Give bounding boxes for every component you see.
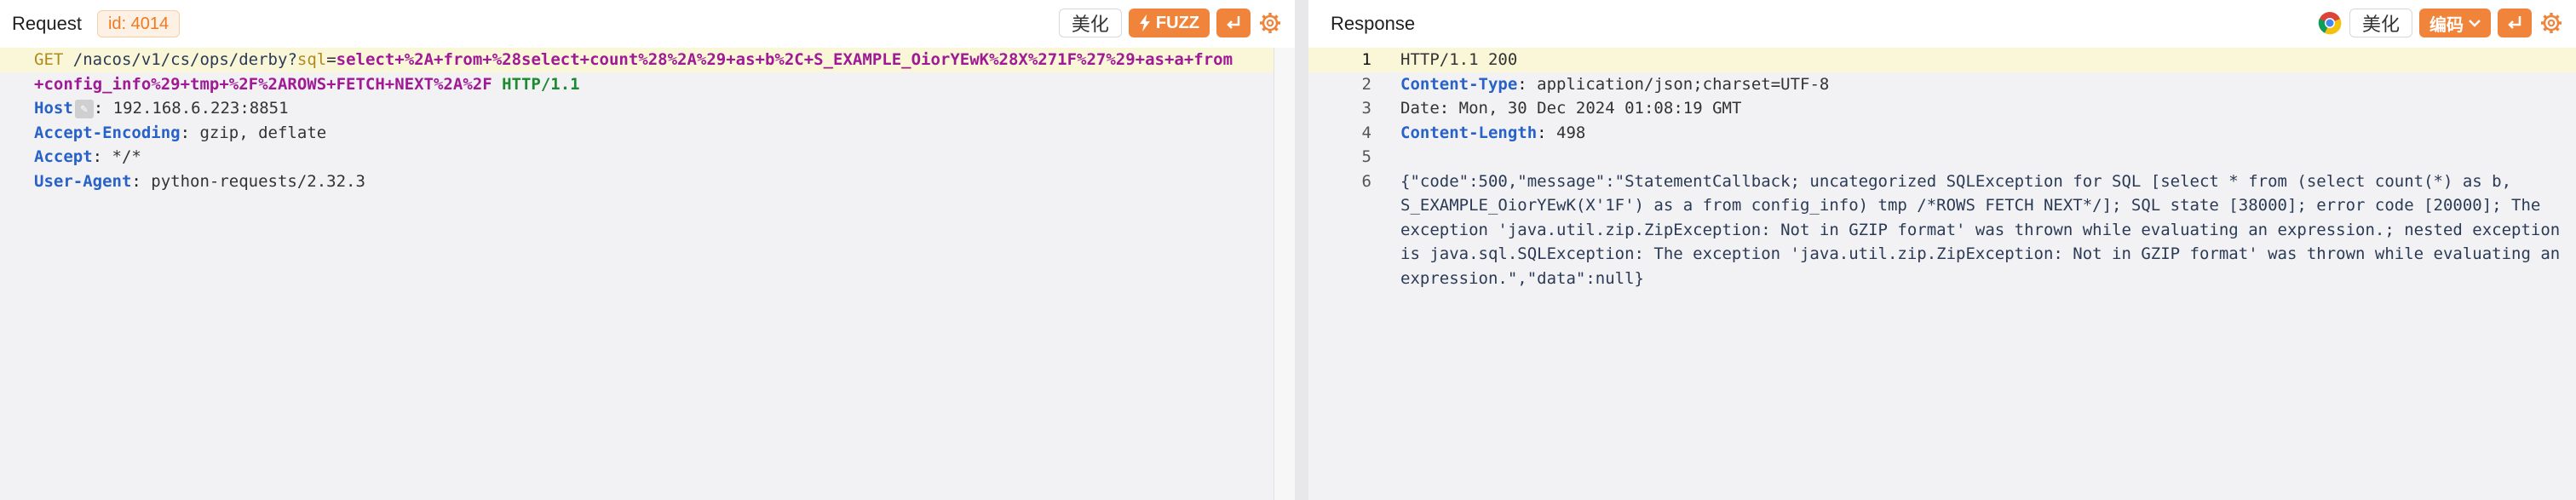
header-value: python-requests/2.32.3 [151, 171, 365, 191]
header-line: User-Agent: python-requests/2.32.3 [34, 171, 365, 191]
header-name: User-Agent [34, 171, 132, 191]
response-header: Response 美化 编码 [1308, 0, 2576, 48]
response-editor[interactable]: 1 2 3 4 5 6 HTTP/1.1 200 Content-Type: ap… [1308, 48, 2576, 500]
host-edit-icon[interactable]: ✎ [74, 99, 94, 118]
header-name: Date [1400, 99, 1440, 118]
fuzz-button[interactable]: FUZZ [1128, 9, 1210, 37]
request-editor[interactable]: GET /nacos/v1/cs/ops/derby?sql=select+%2… [0, 48, 1274, 500]
line-number: 5 [1361, 147, 1371, 166]
request-title: Request [12, 13, 82, 34]
response-settings-button[interactable] [2539, 10, 2564, 36]
encoding-label: 编码 [2429, 15, 2464, 35]
header-line: Date: Mon, 30 Dec 2024 01:08:19 GMT [1400, 99, 1742, 118]
request-id-badge: id: 4014 [96, 10, 181, 37]
header-name: Host [34, 99, 73, 118]
request-method: GET [34, 50, 64, 69]
header-line: Accept-Encoding: gzip, deflate [34, 123, 327, 142]
line-number-gutter: 1 2 3 4 5 6 [1308, 48, 1380, 193]
header-line: Accept: */* [34, 147, 141, 166]
header-name: Accept [34, 147, 93, 166]
open-in-browser-button[interactable] [2317, 10, 2343, 36]
header-value: 498 [1556, 123, 1586, 142]
pane-splitter[interactable] [1295, 0, 1308, 500]
chevron-down-icon [2469, 20, 2481, 27]
line-number: 1 [1361, 50, 1371, 69]
line-number: 3 [1361, 99, 1371, 118]
line-number: 4 [1361, 123, 1371, 142]
request-protocol: HTTP/1.1 [502, 74, 580, 94]
wrap-toggle-button[interactable] [1216, 9, 1251, 37]
request-path: /nacos/v1/cs/ops/derby? [72, 50, 297, 69]
header-line: Content-Type: application/json;charset=U… [1400, 74, 1830, 94]
gear-icon [2541, 13, 2562, 33]
response-toolbar: 美化 编码 [2317, 9, 2564, 37]
request-settings-button[interactable] [1257, 10, 1283, 36]
header-value: */* [112, 147, 141, 166]
line-number: 2 [1361, 74, 1371, 94]
header-value: application/json;charset=UTF-8 [1537, 74, 1830, 94]
response-body: {"code":500,"message":"StatementCallback… [1400, 171, 2570, 288]
request-header: Request id: 4014 美化 FUZZ [0, 0, 1295, 48]
header-name: Content-Length [1400, 123, 1538, 142]
response-raw-text[interactable]: HTTP/1.1 200 Content-Type: application/js… [1400, 48, 2567, 290]
header-name: Accept-Encoding [34, 123, 181, 142]
request-toolbar: 美化 FUZZ [1058, 9, 1283, 37]
request-pane: Request id: 4014 美化 FUZZ GET /nacos/v1/c… [0, 0, 1295, 500]
request-scrollbar[interactable] [1274, 48, 1295, 500]
response-beautify-button[interactable]: 美化 [2349, 9, 2412, 37]
header-value: 192.168.6.223:8851 [112, 99, 289, 118]
gear-icon [1260, 13, 1280, 33]
header-line: Host ✎: 192.168.6.223:8851 [34, 99, 289, 118]
header-value: gzip, deflate [199, 123, 327, 142]
request-beautify-button[interactable]: 美化 [1058, 9, 1122, 37]
header-line: Content-Length: 498 [1400, 123, 1586, 142]
response-wrap-toggle-button[interactable] [2498, 9, 2532, 37]
line-number: 6 [1361, 171, 1371, 191]
lightning-icon [1139, 14, 1150, 32]
chrome-icon [2318, 12, 2342, 35]
fuzz-label: FUZZ [1155, 13, 1199, 32]
header-name: Content-Type [1400, 74, 1518, 94]
response-title: Response [1331, 13, 1416, 34]
wrap-icon [2508, 16, 2521, 29]
header-value: Mon, 30 Dec 2024 01:08:19 GMT [1458, 99, 1742, 118]
response-pane: Response 美化 编码 1 2 3 4 5 6 HTTP/1.1 200 … [1308, 0, 2576, 500]
query-param-name: sql [296, 50, 327, 69]
request-line: GET /nacos/v1/cs/ops/derby?sql=select+%2… [34, 48, 1240, 96]
request-raw-text[interactable]: GET /nacos/v1/cs/ops/derby?sql=select+%2… [34, 48, 1240, 193]
query-eq: = [326, 50, 336, 69]
encoding-dropdown[interactable]: 编码 [2419, 9, 2491, 37]
wrap-icon [1227, 16, 1240, 29]
status-line: HTTP/1.1 200 [1400, 50, 1518, 69]
